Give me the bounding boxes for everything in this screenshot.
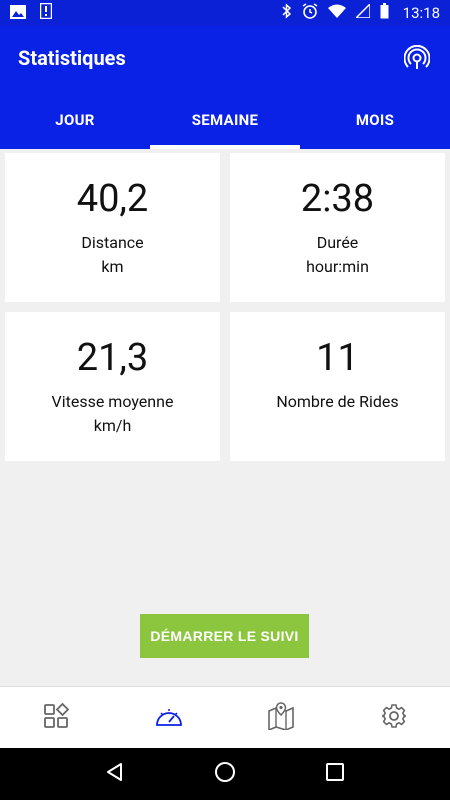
nav-item-dashboard[interactable]	[0, 687, 113, 748]
stat-card-distance: 40,2 Distance km	[5, 153, 220, 302]
back-button[interactable]	[95, 754, 135, 794]
nav-item-settings[interactable]	[338, 687, 450, 748]
dashboard-icon	[43, 702, 70, 733]
status-time: 13:18	[402, 4, 440, 22]
tab-mois[interactable]: MOIS	[300, 90, 450, 149]
stat-unit: hour:min	[306, 256, 369, 276]
bluetooth-icon	[282, 3, 292, 23]
live-tracking-icon[interactable]	[402, 43, 432, 73]
tab-jour[interactable]: JOUR	[0, 90, 150, 149]
settings-icon	[381, 703, 407, 733]
stat-label: Nombre de Rides	[276, 391, 399, 411]
status-bar: 13:18	[0, 0, 450, 26]
sim-icon	[39, 2, 53, 23]
page-title: Statistiques	[18, 46, 126, 70]
stat-label: Vitesse moyenne	[51, 391, 174, 411]
stat-value: 2:38	[300, 176, 375, 221]
stat-card-average-speed: 21,3 Vitesse moyenne km/h	[5, 312, 220, 461]
alarm-icon	[302, 3, 318, 23]
stat-value: 21,3	[76, 335, 149, 380]
home-icon	[214, 761, 236, 787]
battery-icon	[380, 3, 389, 23]
stat-card-ride-count: 11 Nombre de Rides	[230, 312, 445, 461]
signal-icon	[353, 2, 371, 22]
stat-value: 11	[316, 335, 359, 380]
recents-icon	[326, 763, 344, 785]
speedometer-icon	[154, 703, 184, 733]
stat-label: Durée	[316, 232, 359, 252]
stat-unit: km	[101, 256, 124, 276]
tab-semaine[interactable]: SEMAINE	[150, 90, 300, 149]
period-tabs: JOUR SEMAINE MOIS	[0, 90, 450, 149]
stats-grid: 40,2 Distance km 2:38 Durée hour:min 21,…	[5, 153, 445, 461]
wifi-icon	[327, 4, 346, 22]
stat-unit: km/h	[93, 415, 132, 435]
home-button[interactable]	[205, 754, 245, 794]
start-tracking-button[interactable]: DÉMARRER LE SUIVI	[140, 614, 309, 658]
bottom-navigation	[0, 686, 450, 748]
stat-card-duration: 2:38 Durée hour:min	[230, 153, 445, 302]
back-icon	[105, 762, 125, 786]
nav-item-map[interactable]	[225, 687, 338, 748]
recents-button[interactable]	[315, 754, 355, 794]
stat-value: 40,2	[76, 176, 149, 221]
map-icon	[267, 701, 295, 734]
image-icon	[10, 4, 26, 23]
app-bar: Statistiques	[0, 26, 450, 90]
system-navigation-bar	[0, 748, 450, 800]
nav-item-statistics[interactable]	[113, 687, 226, 748]
stat-label: Distance	[81, 232, 144, 252]
